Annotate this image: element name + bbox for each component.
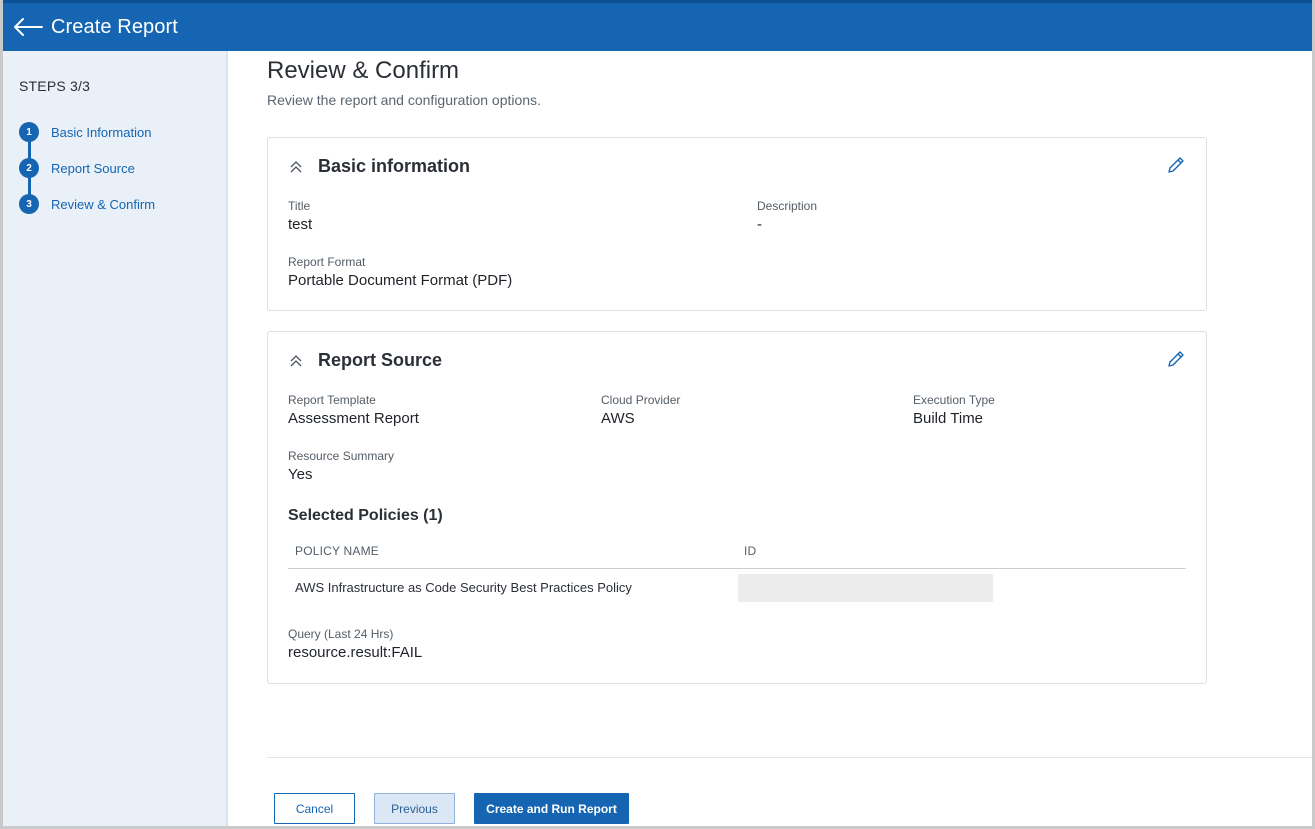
field-value: Portable Document Format (PDF) bbox=[288, 272, 513, 289]
step-review-confirm[interactable]: 3 Review & Confirm bbox=[19, 194, 155, 214]
page-title: Review & Confirm bbox=[267, 57, 460, 84]
field-value: - bbox=[757, 216, 762, 233]
previous-button[interactable]: Previous bbox=[374, 793, 455, 824]
selected-policies-heading: Selected Policies (1) bbox=[288, 507, 443, 524]
field-value: AWS bbox=[601, 410, 635, 427]
step-label: Review & Confirm bbox=[51, 196, 156, 212]
pencil-icon bbox=[1168, 351, 1184, 367]
description-field: Description - bbox=[757, 199, 817, 233]
field-label: Query (Last 24 Hrs) bbox=[288, 627, 394, 641]
column-header-policy-name: POLICY NAME bbox=[295, 543, 380, 558]
edit-report-source-button[interactable] bbox=[1164, 347, 1188, 371]
execution-type-field: Execution Type Build Time bbox=[913, 393, 995, 427]
field-label: Report Template bbox=[288, 393, 376, 407]
main-content: Review & Confirm Review the report and c… bbox=[230, 51, 1312, 826]
column-header-id: ID bbox=[744, 543, 757, 558]
table-header: POLICY NAME ID bbox=[288, 533, 1186, 569]
page-subtitle: Review the report and configuration opti… bbox=[267, 92, 541, 108]
policies-table: POLICY NAME ID AWS Infrastructure as Cod… bbox=[288, 533, 1186, 605]
card-title: Basic information bbox=[318, 156, 471, 176]
edit-basic-information-button[interactable] bbox=[1164, 153, 1188, 177]
app-window: Create Report STEPS 3/3 1 Basic Informat… bbox=[0, 0, 1315, 829]
field-value: resource.result:FAIL bbox=[288, 644, 423, 661]
table-row: AWS Infrastructure as Code Security Best… bbox=[288, 569, 1186, 605]
step-number: 2 bbox=[19, 158, 39, 178]
basic-information-toggle[interactable]: Basic information bbox=[288, 156, 470, 177]
app-header: Create Report bbox=[3, 0, 1312, 51]
step-number: 3 bbox=[19, 194, 39, 214]
basic-information-card: Basic information Title test Description… bbox=[267, 137, 1207, 311]
field-label: Resource Summary bbox=[288, 449, 395, 463]
report-format-field: Report Format Portable Document Format (… bbox=[288, 255, 512, 289]
title-field: Title test bbox=[288, 199, 312, 233]
pencil-icon bbox=[1168, 157, 1184, 173]
field-value: Assessment Report bbox=[288, 410, 419, 427]
steps-sidebar: STEPS 3/3 1 Basic Information 2 Report S… bbox=[3, 51, 228, 826]
field-label: Execution Type bbox=[913, 393, 995, 407]
field-value: Yes bbox=[288, 466, 313, 483]
policy-name-cell: AWS Infrastructure as Code Security Best… bbox=[295, 579, 632, 595]
arrow-left-icon bbox=[14, 18, 43, 36]
field-label: Report Format bbox=[288, 255, 366, 269]
cloud-provider-field: Cloud Provider AWS bbox=[601, 393, 680, 427]
page-header-title: Create Report bbox=[51, 15, 178, 38]
chevrons-up-icon bbox=[290, 354, 302, 366]
report-source-card: Report Source Report Template Assessment… bbox=[267, 331, 1207, 684]
report-template-field: Report Template Assessment Report bbox=[288, 393, 419, 427]
chevrons-up-icon bbox=[290, 160, 302, 172]
step-label: Report Source bbox=[51, 160, 135, 176]
step-report-source[interactable]: 2 Report Source bbox=[19, 158, 135, 178]
report-source-toggle[interactable]: Report Source bbox=[288, 350, 442, 371]
redacted-id bbox=[738, 574, 993, 602]
policy-id-cell bbox=[737, 572, 1186, 602]
steps-progress-label: STEPS 3/3 bbox=[19, 78, 91, 94]
field-label: Title bbox=[288, 199, 311, 213]
step-label: Basic Information bbox=[51, 124, 152, 140]
back-button[interactable] bbox=[11, 12, 45, 42]
footer-divider bbox=[267, 757, 1312, 758]
step-basic-information[interactable]: 1 Basic Information bbox=[19, 122, 151, 142]
step-number: 1 bbox=[19, 122, 39, 142]
create-and-run-report-button[interactable]: Create and Run Report bbox=[474, 793, 629, 824]
card-title: Report Source bbox=[318, 350, 443, 370]
field-label: Cloud Provider bbox=[601, 393, 681, 407]
field-value: test bbox=[288, 216, 313, 233]
cancel-button[interactable]: Cancel bbox=[274, 793, 355, 824]
resource-summary-field: Resource Summary Yes bbox=[288, 449, 394, 483]
field-label: Description bbox=[757, 199, 818, 213]
query-field: Query (Last 24 Hrs) resource.result:FAIL bbox=[288, 627, 422, 661]
field-value: Build Time bbox=[913, 410, 984, 427]
